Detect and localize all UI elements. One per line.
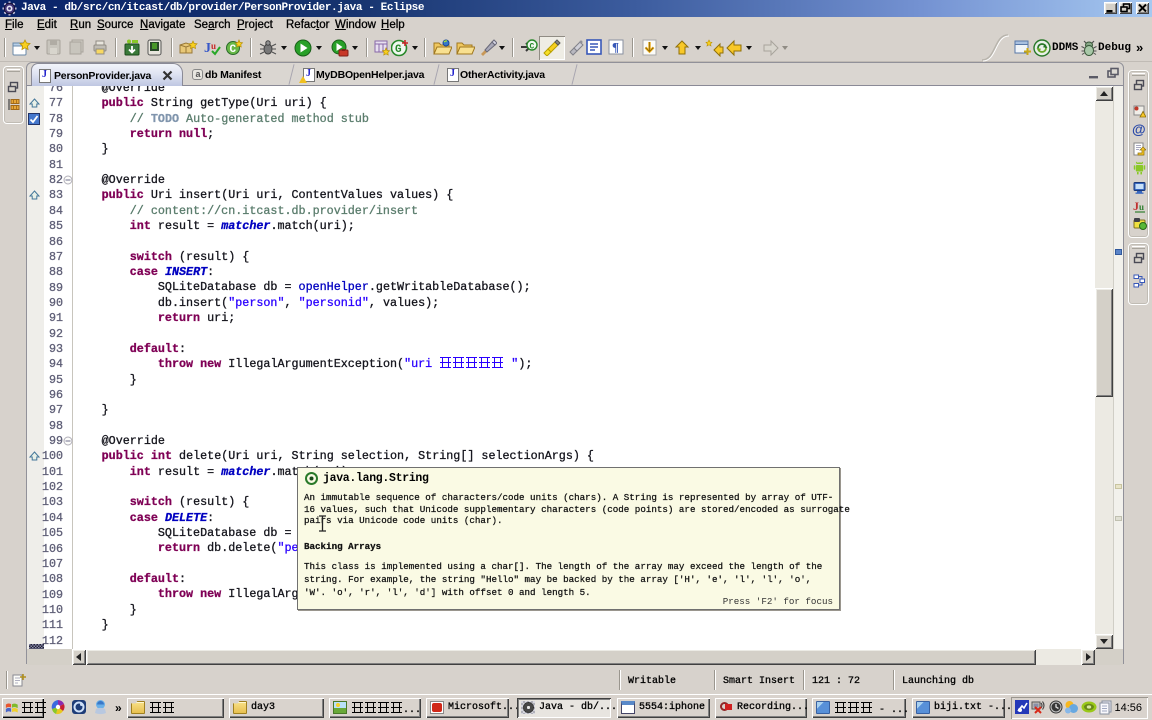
svg-text:u: u bbox=[211, 41, 216, 51]
svg-text:G: G bbox=[395, 44, 402, 56]
svg-text:C: C bbox=[530, 43, 535, 52]
svg-text:C: C bbox=[230, 44, 237, 56]
svg-text:¶: ¶ bbox=[612, 40, 619, 55]
svg-text:u: u bbox=[1139, 202, 1144, 212]
svg-text:J: J bbox=[204, 41, 211, 56]
